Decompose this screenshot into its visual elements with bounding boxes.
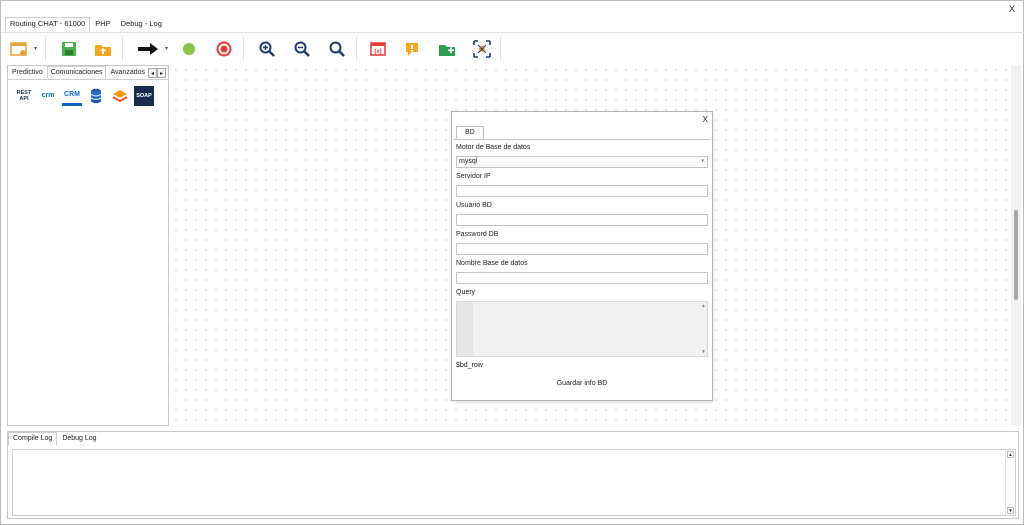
rest-api-icon[interactable]: REST API xyxy=(14,86,34,106)
crm-amazon-icon[interactable]: crm xyxy=(38,86,58,106)
layers-icon[interactable] xyxy=(110,86,130,106)
app-window: X Routing CHAT - 61000 PHP Debug - Log ▾… xyxy=(0,0,1024,525)
tab-debug-log[interactable]: Debug Log xyxy=(57,432,101,446)
engine-label: Motor de Base de datos xyxy=(456,144,531,151)
tab-comunicaciones[interactable]: Comunicaciones xyxy=(46,66,107,79)
dbname-input[interactable] xyxy=(456,272,708,284)
log-panel: Compile Log Debug Log ▲ ▼ xyxy=(7,431,1019,519)
variable-icon[interactable]: (x) xyxy=(368,39,388,59)
toolbar-separator xyxy=(243,37,244,61)
fit-view-icon[interactable] xyxy=(472,39,492,59)
engine-select[interactable]: mysql ▾ xyxy=(456,156,708,168)
crm-amazon-label: crm xyxy=(41,92,55,99)
arrow-right-icon[interactable] xyxy=(136,39,160,59)
tab-avanzados[interactable]: Avanzados xyxy=(106,66,149,79)
scroll-up-icon[interactable]: ▲ xyxy=(701,303,706,309)
save-db-button[interactable]: Guardar info BD xyxy=(454,380,710,387)
green-circle-icon[interactable] xyxy=(179,39,199,59)
toolbar-separator xyxy=(122,37,123,61)
tab-compile-log[interactable]: Compile Log xyxy=(8,432,58,446)
add-folder-icon[interactable] xyxy=(437,39,457,59)
zoom-in-icon[interactable] xyxy=(257,39,277,59)
database-icon[interactable] xyxy=(86,86,106,106)
new-flow-caret-icon[interactable]: ▾ xyxy=(34,45,37,52)
save-icon[interactable] xyxy=(59,39,79,59)
svg-text:(x): (x) xyxy=(374,49,381,55)
zoom-reset-icon[interactable] xyxy=(327,39,347,59)
password-input[interactable] xyxy=(456,243,708,255)
tab-bd[interactable]: BD xyxy=(456,126,484,139)
scroll-right-icon[interactable]: ▸ xyxy=(157,68,166,78)
scroll-down-icon[interactable]: ▼ xyxy=(701,349,706,355)
alert-icon[interactable] xyxy=(402,39,422,59)
db-config-dialog: X BD Motor de Base de datos mysql ▾ Serv… xyxy=(451,111,713,401)
zoom-out-icon[interactable] xyxy=(292,39,312,59)
query-textarea[interactable]: ▲ ▼ xyxy=(456,301,708,357)
engine-value: mysql xyxy=(459,158,478,165)
scrollbar-thumb[interactable] xyxy=(1014,210,1018,300)
log-scrollbar[interactable]: ▲ ▼ xyxy=(1005,450,1015,515)
soap-icon[interactable]: SOAP xyxy=(134,86,154,106)
log-output[interactable]: ▲ ▼ xyxy=(12,449,1016,516)
line-gutter xyxy=(457,302,473,356)
record-stop-icon[interactable] xyxy=(214,39,234,59)
dbname-label: Nombre Base de datos xyxy=(456,260,528,267)
palette-tab-scroll: ◂ ▸ xyxy=(148,68,166,78)
top-tab-bar: Routing CHAT - 61000 PHP Debug - Log xyxy=(5,17,167,31)
user-label: Usuario BD xyxy=(456,202,492,209)
component-palette: Predictivo Comunicaciones Avanzados ◂ ▸ … xyxy=(7,65,169,426)
arrow-caret-icon[interactable]: ▾ xyxy=(165,45,168,52)
palette-tabs: Predictivo Comunicaciones Avanzados xyxy=(8,66,168,80)
toolbar-separator xyxy=(45,37,46,61)
scroll-up-icon[interactable]: ▲ xyxy=(1007,451,1014,458)
crm-connect-label: CRM xyxy=(64,90,80,98)
soap-label: SOAP xyxy=(136,93,152,99)
log-tabs: Compile Log Debug Log xyxy=(8,432,102,446)
tab-php[interactable]: PHP xyxy=(90,17,115,31)
crm-connect-icon[interactable]: CRM xyxy=(62,86,82,106)
tab-predictivo[interactable]: Predictivo xyxy=(8,66,47,79)
scroll-down-icon[interactable]: ▼ xyxy=(1007,507,1014,514)
password-label: Password DB xyxy=(456,231,499,238)
window-close-button[interactable]: X xyxy=(1009,4,1015,14)
query-label: Query xyxy=(456,289,476,296)
toolbar-separator xyxy=(356,37,357,61)
dialog-close-button[interactable]: X xyxy=(703,115,708,124)
server-ip-input[interactable] xyxy=(456,185,708,197)
user-input[interactable] xyxy=(456,214,708,226)
tab-routing-chat[interactable]: Routing CHAT - 61000 xyxy=(5,17,91,31)
scroll-left-icon[interactable]: ◂ xyxy=(148,68,157,78)
chevron-down-icon: ▾ xyxy=(701,158,704,164)
row-variable-label: $bd_row xyxy=(456,362,483,369)
toolbar-separator xyxy=(500,37,501,61)
server-label: Servidor IP xyxy=(456,173,491,180)
tab-debug-log[interactable]: Debug - Log xyxy=(116,17,167,31)
dialog-body: Motor de Base de datos mysql ▾ Servidor … xyxy=(454,139,710,398)
toolbar: ▾ ▾ (x) xyxy=(1,32,1024,64)
canvas-scrollbar[interactable] xyxy=(1011,65,1021,426)
new-flow-icon[interactable] xyxy=(9,39,29,59)
open-folder-icon[interactable] xyxy=(93,39,113,59)
rest-api-label: REST API xyxy=(16,90,32,102)
component-list: REST API crm CRM SOAP xyxy=(14,86,154,106)
